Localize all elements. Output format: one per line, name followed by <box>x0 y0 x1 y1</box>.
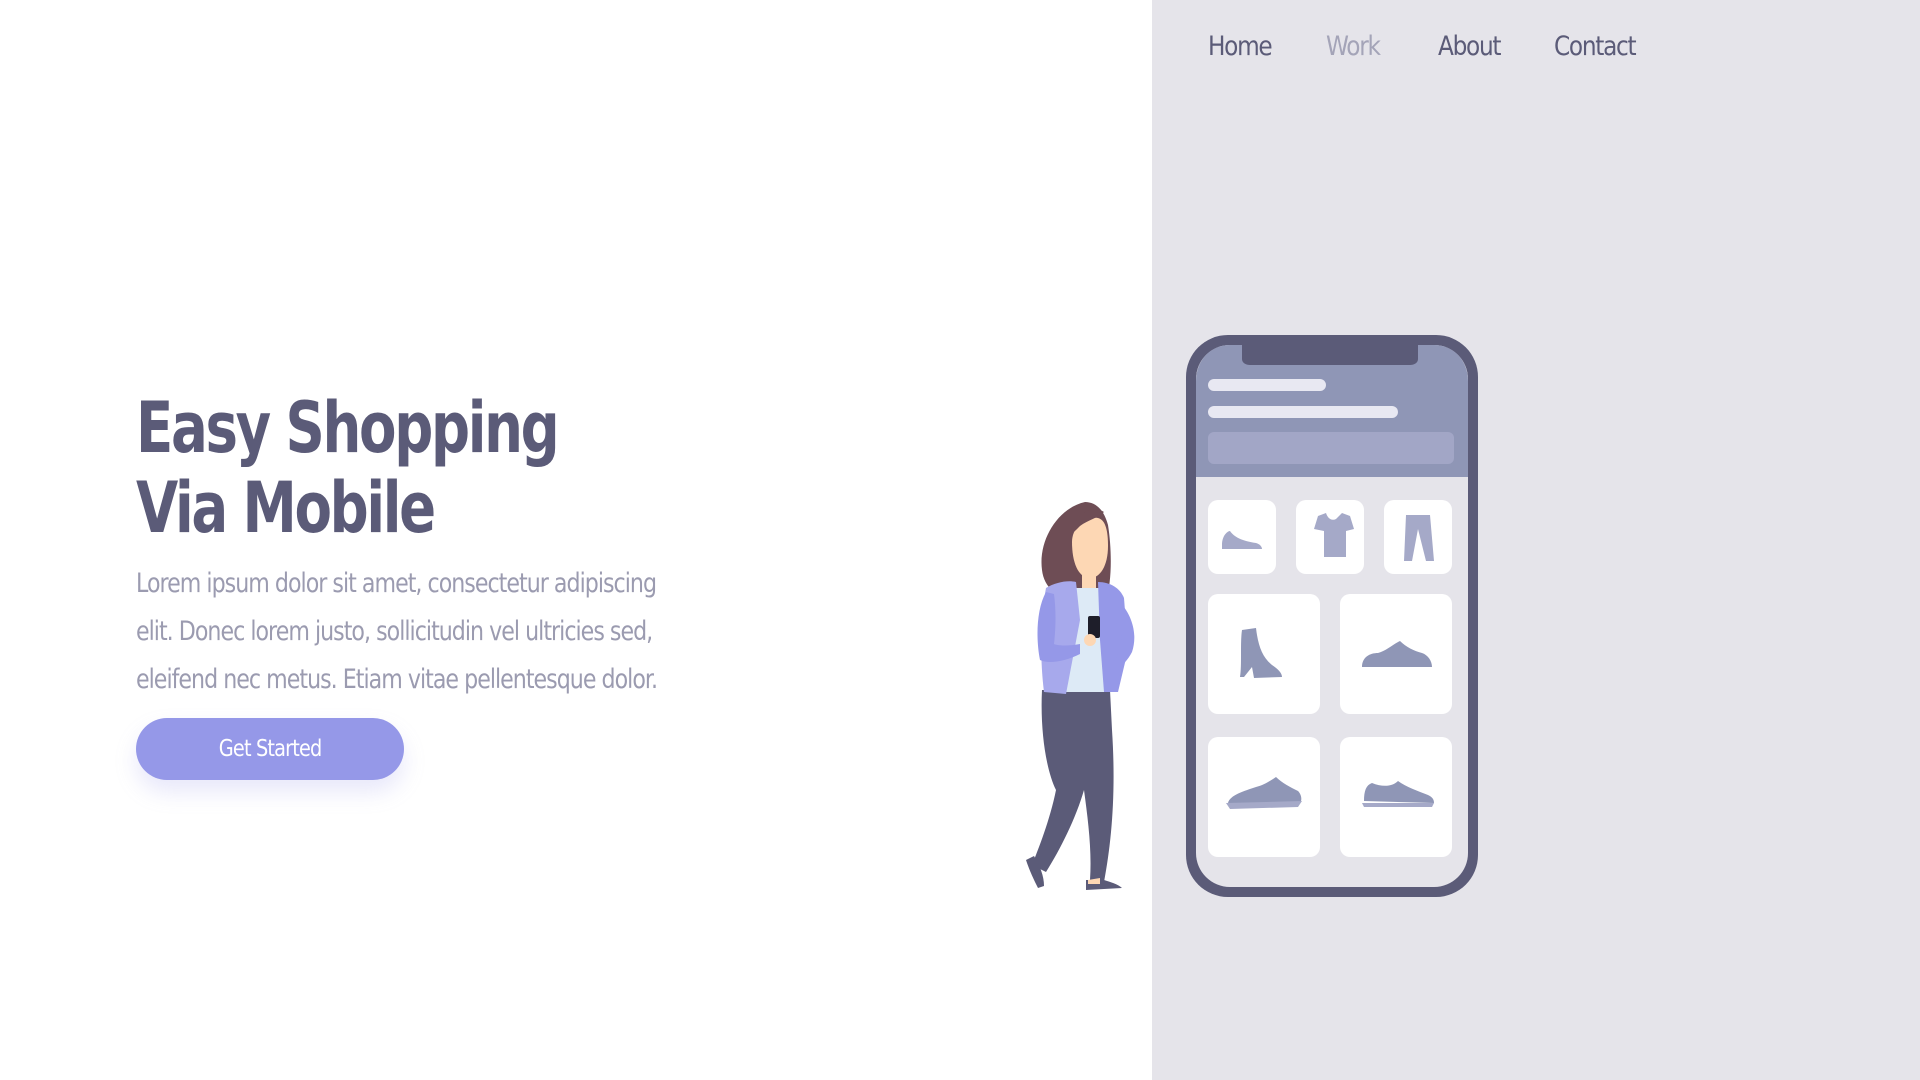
category-card-tshirts[interactable] <box>1296 500 1364 574</box>
category-card-flat-shoes[interactable] <box>1208 500 1276 574</box>
nav-link-work[interactable]: Work <box>1326 31 1391 62</box>
main-nav: Home Work About Contact <box>1208 26 1652 66</box>
product-card-low-shoe[interactable] <box>1340 737 1452 857</box>
hero-title-line-1: Easy Shopping <box>136 387 560 469</box>
product-card-boot[interactable] <box>1208 594 1320 714</box>
product-card-running-shoe[interactable] <box>1208 737 1320 857</box>
nav-link-about[interactable]: About <box>1438 31 1509 62</box>
landing-page: Home Work About Contact Easy Shopping Vi… <box>0 0 1920 1080</box>
hero-title: Easy Shopping Via Mobile <box>136 387 560 549</box>
category-card-pants[interactable] <box>1384 500 1452 574</box>
phone-mockup <box>1186 335 1478 897</box>
woman-figure <box>1026 502 1135 890</box>
nav-link-contact[interactable]: Contact <box>1554 31 1637 62</box>
hero-title-line-2: Via Mobile <box>136 467 436 549</box>
get-started-label: Get Started <box>218 736 323 762</box>
get-started-button[interactable]: Get Started <box>136 718 404 780</box>
product-card-sneaker[interactable] <box>1340 594 1452 714</box>
hero-description: Lorem ipsum dolor sit amet, consectetur … <box>136 568 658 695</box>
nav-link-home[interactable]: Home <box>1208 31 1273 62</box>
shopping-illustration <box>1026 335 1478 897</box>
